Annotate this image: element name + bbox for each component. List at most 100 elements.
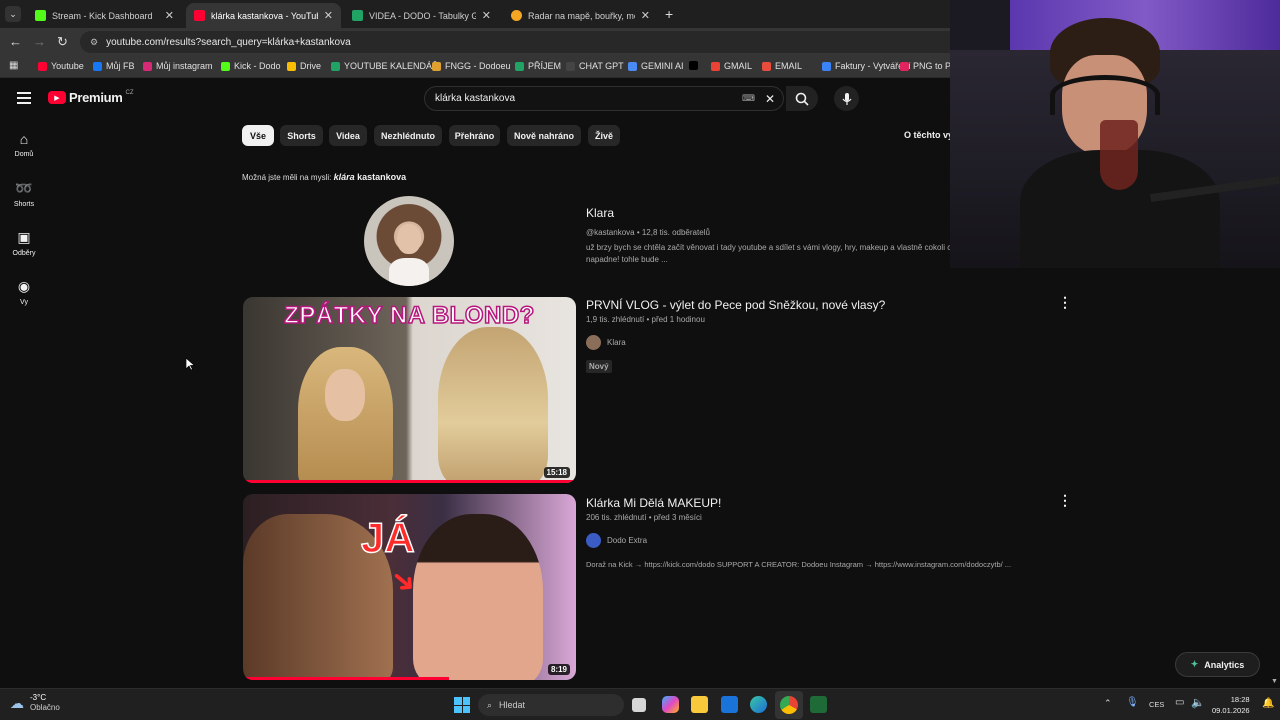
- weather-text: Oblačno: [30, 703, 60, 712]
- video-channel[interactable]: Klara: [586, 335, 626, 350]
- chip-live[interactable]: Živě: [588, 125, 620, 146]
- close-icon[interactable]: ✕: [482, 9, 491, 22]
- bookmark-item[interactable]: Faktury - Vytváření: [822, 61, 911, 71]
- bookmark-item[interactable]: EMAIL: [762, 61, 802, 71]
- hidden-icons-chevron[interactable]: ⌃: [1104, 698, 1112, 709]
- search-input[interactable]: klárka kastankova: [435, 93, 742, 104]
- bookmark-item[interactable]: Můj FB: [93, 61, 135, 71]
- terminal-icon[interactable]: [810, 696, 827, 713]
- youtube-logo[interactable]: ▶ Premium CZ: [48, 90, 134, 105]
- webcam-headphones: [1050, 75, 1160, 115]
- chip-all[interactable]: Vše: [242, 125, 274, 146]
- more-actions-icon[interactable]: ⋮: [1058, 492, 1072, 509]
- file-explorer-icon[interactable]: [691, 696, 708, 713]
- tab-youtube[interactable]: klárka kastankova - YouTube ✕: [186, 3, 341, 28]
- tab-search-dropdown[interactable]: ⌄: [5, 6, 21, 22]
- video-duration: 8:19: [547, 664, 570, 675]
- bookmark-item[interactable]: [689, 61, 702, 70]
- bookmark-item[interactable]: GEMINI AI: [628, 61, 684, 71]
- bookmark-item[interactable]: Můj instagram: [143, 61, 213, 71]
- site-info-icon[interactable]: ⚙: [90, 37, 98, 48]
- bookmark-label: CHAT GPT: [579, 61, 624, 71]
- search-icon: ⌕: [487, 699, 493, 710]
- sidebar-item-label: Domů: [14, 151, 34, 158]
- task-view-icon[interactable]: [632, 698, 646, 712]
- new-tab-icon[interactable]: +: [665, 6, 673, 22]
- network-icon[interactable]: ▭: [1175, 697, 1184, 708]
- bookmark-item[interactable]: PŘÍJEM: [515, 61, 561, 71]
- edge-icon[interactable]: [750, 696, 767, 713]
- notifications-icon[interactable]: 🔔: [1262, 698, 1274, 709]
- clock[interactable]: 18:28 09.01.2026: [1212, 694, 1250, 716]
- channel-subscribers: 12,8 tis. odběratelů: [641, 228, 710, 237]
- tab-kick[interactable]: Stream - Kick Dashboard ✕: [27, 3, 182, 28]
- analytics-button[interactable]: ✦ Analytics: [1175, 652, 1260, 677]
- copilot-icon[interactable]: [662, 696, 679, 713]
- close-icon[interactable]: ✕: [641, 9, 650, 22]
- sidebar-item-you[interactable]: ◉ Vy: [0, 278, 48, 306]
- channel-meta: @kastankova • 12,8 tis. odběratelů: [586, 228, 710, 237]
- tab-radar[interactable]: Radar na mapě, bouřky, meteo ✕: [503, 3, 658, 28]
- tab-sheets[interactable]: VIDEA - DODO - Tabulky Goog ✕: [344, 3, 499, 28]
- language-indicator[interactable]: CES: [1149, 700, 1164, 709]
- chip-shorts[interactable]: Shorts: [280, 125, 323, 146]
- back-icon[interactable]: ←: [9, 34, 22, 49]
- bookmark-item[interactable]: FNGG - Dodoeu: [432, 61, 511, 71]
- forward-icon[interactable]: →: [33, 34, 46, 49]
- outlook-icon[interactable]: [721, 696, 738, 713]
- bookmark-favicon-icon: [287, 61, 296, 71]
- reload-icon[interactable]: ↻: [57, 34, 68, 50]
- weather-widget[interactable]: ☁ -3°C Oblačno: [10, 693, 60, 713]
- chrome-taskbar-button[interactable]: [775, 691, 803, 719]
- bookmark-item[interactable]: CHAT GPT: [566, 61, 624, 71]
- channel-name[interactable]: Klara: [586, 206, 614, 220]
- bookmark-label: PŘÍJEM: [528, 61, 562, 71]
- sidebar-item-home[interactable]: ⌂ Domů: [0, 131, 48, 158]
- start-button[interactable]: [454, 697, 470, 713]
- chip-videos[interactable]: Videa: [329, 125, 367, 146]
- shorts-icon: ➿: [15, 180, 33, 196]
- bookmark-item[interactable]: GMAIL: [711, 61, 752, 71]
- address-bar[interactable]: ⚙ youtube.com/results?search_query=klárk…: [80, 31, 960, 53]
- microphone-tray-icon[interactable]: 🎙: [1126, 697, 1139, 708]
- apps-grid-icon[interactable]: ▦: [9, 60, 18, 71]
- search-box[interactable]: klárka kastankova ⌨ ✕: [424, 86, 784, 111]
- search-button[interactable]: [786, 86, 818, 111]
- sidebar-item-subscriptions[interactable]: ▣ Odběry: [0, 229, 48, 257]
- clear-search-icon[interactable]: ✕: [765, 92, 775, 106]
- volume-icon[interactable]: 🔈: [1191, 696, 1205, 709]
- thumbnail-hair-right: [438, 327, 548, 483]
- bookmark-item[interactable]: Kick - Dodo: [221, 61, 281, 71]
- tab-label: Radar na mapě, bouřky, meteo: [528, 10, 635, 21]
- video-title[interactable]: PRVNÍ VLOG - výlet do Pece pod Sněžkou, …: [586, 298, 885, 312]
- video-title[interactable]: Klárka Mi Dělá MAKEUP!: [586, 496, 721, 510]
- did-you-mean-link[interactable]: klára kastankova: [334, 172, 407, 182]
- scroll-down-arrow[interactable]: ▼: [1271, 678, 1278, 685]
- more-actions-icon[interactable]: ⋮: [1058, 294, 1072, 311]
- bookmark-item[interactable]: Youtube: [38, 61, 84, 71]
- keyboard-icon[interactable]: ⌨: [742, 93, 755, 104]
- chip-unwatched[interactable]: Nezhlédnuto: [374, 125, 442, 146]
- analytics-icon: ✦: [1190, 659, 1199, 669]
- chip-recently-uploaded[interactable]: Nově nahráno: [507, 125, 581, 146]
- close-icon[interactable]: ✕: [324, 9, 333, 22]
- voice-search-button[interactable]: [834, 86, 859, 111]
- sidebar-item-shorts[interactable]: ➿ Shorts: [0, 180, 48, 208]
- channel-avatar[interactable]: [364, 196, 454, 286]
- video-thumbnail[interactable]: JÁ ➜ 8:19: [243, 494, 576, 680]
- taskbar-search[interactable]: ⌕ Hledat: [478, 694, 624, 716]
- bookmark-item[interactable]: PNG to PD: [900, 61, 958, 71]
- menu-icon[interactable]: [17, 92, 31, 104]
- thumbnail-headline: ZPÁTKY NA BLOND?: [283, 301, 535, 330]
- about-results-link[interactable]: O těchto vý: [904, 130, 953, 140]
- bookmark-favicon-icon: [822, 61, 831, 71]
- bookmark-item[interactable]: Drive: [287, 61, 321, 71]
- chip-watched[interactable]: Přehráno: [449, 125, 500, 146]
- video-thumbnail[interactable]: ZPÁTKY NA BLOND? 15:18: [243, 297, 576, 483]
- cloud-icon: ☁: [10, 694, 24, 711]
- mouse-cursor: [186, 358, 195, 371]
- bookmark-favicon-icon: [93, 61, 102, 71]
- close-icon[interactable]: ✕: [165, 9, 174, 22]
- video-channel[interactable]: Dodo Extra: [586, 533, 647, 548]
- bookmark-item[interactable]: YOUTUBE KALENDÁŘ: [331, 61, 439, 71]
